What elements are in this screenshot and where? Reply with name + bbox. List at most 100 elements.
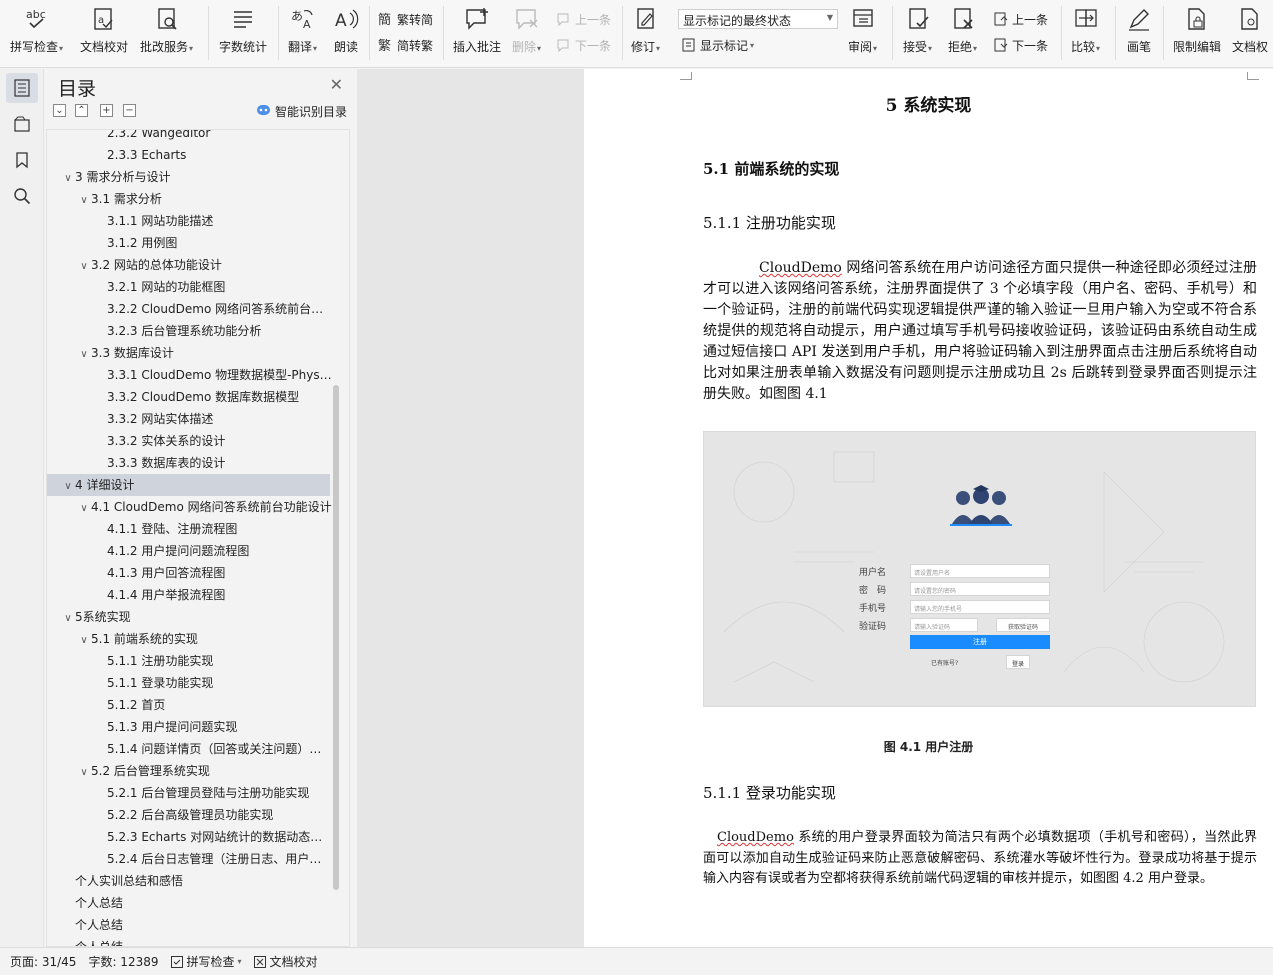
toc-item[interactable]: 5.1.4 问题详情页（回答或关注问题）实现 [47,738,332,760]
find-button[interactable] [6,181,38,211]
delete-comment-button[interactable]: 删除▾ [512,6,541,58]
show-markup-button[interactable]: 显示标记 ▾ [681,36,754,54]
toc-item[interactable]: 3.3.2 网站实体描述 [47,408,332,430]
toc-item[interactable]: 5.1.1 注册功能实现 [47,650,332,672]
toc-item-label: 4.1.1 登陆、注册流程图 [107,522,238,536]
toc-item[interactable]: 4.1.4 用户举报流程图 [47,584,332,606]
toc-item[interactable]: 5.1.3 用户提问问题实现 [47,716,332,738]
toc-item[interactable]: ∨ 4 详细设计 [47,474,330,496]
toc-item[interactable]: ∨ 5.1 前端系统的实现 [47,628,332,650]
chevron-down-icon[interactable]: ∨ [61,608,75,628]
toc-item[interactable]: 5.1.1 登录功能实现 [47,672,332,694]
toc-item[interactable]: 2.3.2 Wangeditor [47,130,332,144]
pen-button[interactable]: 画笔 [1126,6,1152,58]
toc-item[interactable]: ∨ 3 需求分析与设计 [47,166,332,188]
section-heading: 5.1 前端系统的实现 [703,160,840,178]
prev-comment-button[interactable]: 上一条 [556,10,611,28]
document-page[interactable]: 5 系统实现 5.1 前端系统的实现 5.1.1 注册功能实现 CloudDem… [584,69,1273,947]
compare-button[interactable]: 比较▾ [1071,6,1100,58]
accept-button[interactable]: 接受▾ [903,6,932,58]
toc-item[interactable]: 2.3.3 Echarts [47,144,332,166]
has-account-text: 已有账号? [931,660,959,667]
trad-to-simp-label: 繁转简 [397,12,434,27]
read-aloud-button[interactable]: A 朗读 [333,6,359,58]
toc-item[interactable]: 个人实训总结和感悟 [47,870,332,892]
next-comment-button[interactable]: 下一条 [556,36,611,54]
insert-comment-button[interactable]: 插入批注 [453,6,501,58]
toc-scrollbar[interactable] [333,385,339,890]
prev-change-button[interactable]: 上一条 [993,10,1048,28]
toc-item-label: 5.1.4 问题详情页（回答或关注问题）实现 [107,742,332,756]
chevron-down-icon[interactable]: ∨ [77,762,91,782]
toc-item[interactable]: 5.2.3 Echarts 对网站统计的数据动态展示实现 [47,826,332,848]
toc-item[interactable]: 3.1.1 网站功能描述 [47,210,332,232]
status-proofread[interactable]: 文档校对 [253,953,318,970]
bookmark-button[interactable] [6,145,38,175]
chevron-down-icon[interactable]: ∨ [77,498,91,518]
chevron-down-icon[interactable]: ∨ [77,630,91,650]
toc-item[interactable]: 4.1.1 登陆、注册流程图 [47,518,332,540]
chevron-down-icon[interactable]: ∨ [61,476,75,496]
toc-item[interactable]: ∨ 3.3 数据库设计 [47,342,332,364]
toc-item-label: 个人总结 [75,918,124,932]
toc-item[interactable]: 3.2.1 网站的功能框图 [47,276,332,298]
compare-icon [1073,6,1099,32]
add-heading-icon[interactable]: + [100,104,113,117]
chevron-down-icon[interactable]: ∨ [61,168,75,188]
correction-service-button[interactable]: 批改服务▾ [140,6,193,58]
toc-item[interactable]: 5.2.2 后台高级管理员功能实现 [47,804,332,826]
close-icon[interactable]: ✕ [330,75,343,94]
toc-item[interactable]: 3.2.2 CloudDemo 网络问答系统前台功能分析 [47,298,332,320]
translate-button[interactable]: あA 翻译▾ [288,6,317,58]
restrict-editing-button[interactable]: 限制编辑 [1173,6,1221,58]
review-button[interactable]: 审阅▾ [848,6,877,58]
next-change-button[interactable]: 下一条 [993,36,1048,54]
toc-item[interactable]: 3.2.3 后台管理系统功能分析 [47,320,332,342]
chevron-down-icon[interactable]: ∨ [77,190,91,210]
toc-item[interactable]: ∨ 5系统实现 [47,606,332,628]
reject-button[interactable]: 拒绝▾ [948,6,977,58]
simp-to-trad-button[interactable]: 繁 简转繁 [378,36,433,54]
collapse-all-icon[interactable]: ⌄ [53,104,66,117]
toc-item[interactable]: ∨ 3.2 网站的总体功能设计 [47,254,332,276]
subsection-register-heading: 5.1.1 注册功能实现 [703,214,836,232]
toc-item[interactable]: 3.3.2 CloudDemo 数据库数据模型 [47,386,332,408]
status-spell-check[interactable]: 拼写检查 ▾ [170,953,242,970]
spell-check-button[interactable]: abc 拼写检查▾ [10,6,63,58]
toc-item-label: 3.2 网站的总体功能设计 [91,258,222,272]
toc-item[interactable]: 3.3.2 实体关系的设计 [47,430,332,452]
prev-change-icon [993,11,1009,27]
remove-heading-icon[interactable]: − [123,104,136,117]
toc-item[interactable]: 4.1.3 用户回答流程图 [47,562,332,584]
trad-to-simp-button[interactable]: 簡 繁转简 [378,10,433,28]
chevron-down-icon[interactable]: ∨ [77,344,91,364]
toc-item[interactable]: ∨ 5.2 后台管理系统实现 [47,760,332,782]
pen-icon [1126,6,1152,32]
chevron-down-icon[interactable]: ∨ [77,256,91,276]
toc-item[interactable]: 3.1.2 用例图 [47,232,332,254]
toc-item[interactable]: 5.2.1 后台管理员登陆与注册功能实现 [47,782,332,804]
toc-item[interactable]: 个人总结 [47,936,332,946]
markup-mode-select[interactable]: 显示标记的最终状态 ▼ [678,9,838,29]
page-indicator[interactable]: 页面: 31/45 [10,953,76,970]
toc-item[interactable]: 个人总结 [47,892,332,914]
toc-panel-button[interactable] [6,73,38,103]
doc-permission-button[interactable]: 文档权 [1232,6,1268,58]
smart-toc-button[interactable]: 智能识别目录 [256,103,347,120]
register-screenshot-figure: 用户名 请设置用户名 密 码 请设置您的密码 手机号 请输入您的手机号 验证码 … [703,431,1256,707]
toc-item[interactable]: 5.2.4 后台日志管理（注册日志、用户登录日志） [47,848,332,870]
toc-item[interactable]: 3.3.1 CloudDemo 物理数据模型-Physical Model [47,364,332,386]
chapter-nav-button[interactable] [6,109,38,139]
word-count-button[interactable]: 字数统计 [219,6,267,58]
toc-item[interactable]: 4.1.2 用户提问问题流程图 [47,540,332,562]
toc-item-label: 3.2.2 CloudDemo 网络问答系统前台功能分析 [107,302,332,316]
word-count-indicator[interactable]: 字数: 12389 [88,953,158,970]
toc-item[interactable]: ∨ 3.1 需求分析 [47,188,332,210]
toc-item[interactable]: 5.1.2 首页 [47,694,332,716]
toc-item[interactable]: 个人总结 [47,914,332,936]
doc-proofread-button[interactable]: a 文档校对 [80,6,128,58]
revision-button[interactable]: 修订▾ [631,6,660,58]
toc-item[interactable]: ∨ 4.1 CloudDemo 网络问答系统前台功能设计 [47,496,332,518]
toc-item[interactable]: 3.3.3 数据库表的设计 [47,452,332,474]
expand-up-icon[interactable]: ⌃ [75,104,88,117]
